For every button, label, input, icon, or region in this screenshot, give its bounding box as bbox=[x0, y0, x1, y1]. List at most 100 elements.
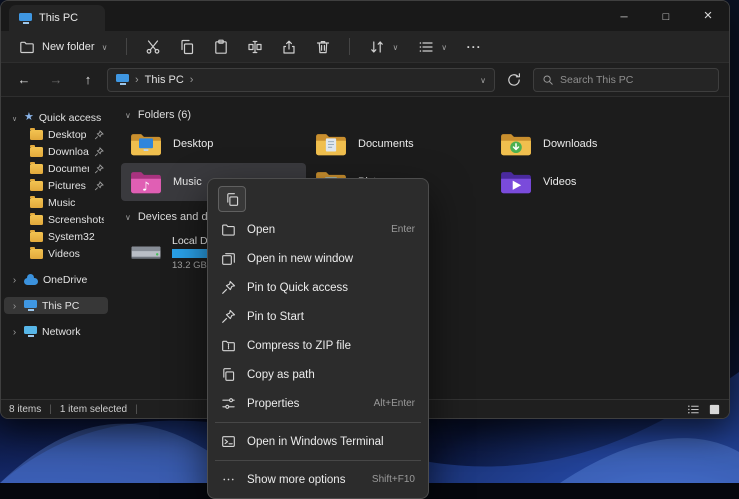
menu-item-open-in-new-window[interactable]: Open in new window bbox=[212, 244, 424, 273]
cut-icon bbox=[145, 39, 161, 55]
menu-item-pin-to-start[interactable]: Pin to Start bbox=[212, 302, 424, 331]
new-folder-label: New folder bbox=[42, 41, 95, 53]
view-button[interactable] bbox=[410, 35, 455, 59]
cut-button[interactable] bbox=[138, 35, 168, 59]
documents-folder-icon bbox=[314, 130, 348, 158]
sidebar-item-system32[interactable]: System32 bbox=[4, 228, 108, 245]
chevron-down-icon bbox=[10, 112, 19, 124]
title-bar[interactable]: This PC bbox=[1, 1, 729, 31]
menu-item-show-more-options[interactable]: Show more options Shift+F10 bbox=[212, 465, 424, 494]
refresh-icon bbox=[506, 72, 522, 88]
sidebar-item-desktop[interactable]: Desktop bbox=[4, 126, 108, 143]
address-bar[interactable]: This PC bbox=[107, 68, 495, 92]
sidebar-item-label: Downloads bbox=[48, 146, 89, 158]
folder-icon bbox=[30, 130, 43, 140]
menu-item-label: Open bbox=[247, 224, 275, 236]
collapse-chevron-icon bbox=[125, 109, 131, 121]
search-box[interactable] bbox=[533, 68, 719, 92]
search-icon bbox=[542, 74, 554, 86]
status-divider bbox=[135, 404, 138, 415]
command-bar: New folder bbox=[1, 31, 729, 63]
onedrive-cloud-icon bbox=[24, 278, 38, 285]
menu-item-pin-to-quick-access[interactable]: Pin to Quick access bbox=[212, 273, 424, 302]
paste-icon bbox=[213, 39, 229, 55]
properties-icon bbox=[221, 396, 236, 411]
folder-tile-downloads[interactable]: Downloads bbox=[491, 125, 676, 163]
sidebar-item-videos[interactable]: Videos bbox=[4, 245, 108, 262]
sidebar-item-label: Desktop bbox=[48, 129, 87, 141]
menu-item-label: Copy as path bbox=[247, 369, 315, 381]
zip-icon bbox=[221, 338, 236, 353]
sidebar-item-downloads[interactable]: Downloads bbox=[4, 143, 108, 160]
chevron-down-icon bbox=[102, 41, 108, 53]
sidebar-item-music[interactable]: Music bbox=[4, 194, 108, 211]
sort-button[interactable] bbox=[361, 35, 406, 59]
copy-button[interactable] bbox=[172, 35, 202, 59]
sidebar-item-label: OneDrive bbox=[43, 274, 87, 286]
sidebar-item-this-pc[interactable]: This PC bbox=[4, 297, 108, 314]
desktop-folder-icon bbox=[129, 130, 163, 158]
music-folder-icon: ♪ bbox=[129, 168, 163, 196]
menu-item-label: Open in Windows Terminal bbox=[247, 436, 384, 448]
menu-item-properties[interactable]: Properties Alt+Enter bbox=[212, 389, 424, 418]
address-dropdown-icon[interactable] bbox=[480, 74, 486, 86]
explorer-tab-this-pc[interactable]: This PC bbox=[9, 5, 105, 31]
sidebar-item-pictures[interactable]: Pictures bbox=[4, 177, 108, 194]
menu-item-shortcut: Enter bbox=[391, 224, 415, 235]
menu-item-open-in-windows-terminal[interactable]: Open in Windows Terminal bbox=[212, 427, 424, 456]
sidebar-item-quick-access[interactable]: Quick access bbox=[4, 109, 108, 126]
breadcrumb-this-pc[interactable]: This PC bbox=[145, 74, 184, 86]
menu-item-compress-to-zip[interactable]: Compress to ZIP file bbox=[212, 331, 424, 360]
copy-button[interactable] bbox=[218, 186, 246, 212]
maximize-button[interactable] bbox=[645, 1, 687, 31]
up-button[interactable] bbox=[75, 68, 101, 92]
sidebar-item-documents[interactable]: Documents bbox=[4, 160, 108, 177]
see-more-button[interactable] bbox=[459, 35, 489, 59]
rename-button[interactable] bbox=[240, 35, 270, 59]
close-button[interactable] bbox=[687, 1, 729, 31]
folder-tile-label: Desktop bbox=[173, 138, 213, 150]
svg-text:♪: ♪ bbox=[142, 179, 150, 193]
new-folder-button[interactable]: New folder bbox=[11, 35, 115, 59]
folder-icon bbox=[30, 249, 43, 259]
minimize-button[interactable] bbox=[603, 1, 645, 31]
sidebar-item-screenshots[interactable]: Screenshots bbox=[4, 211, 108, 228]
sidebar-item-label: Documents bbox=[48, 163, 89, 175]
menu-item-label: Pin to Start bbox=[247, 311, 304, 323]
paste-button[interactable] bbox=[206, 35, 236, 59]
share-button[interactable] bbox=[274, 35, 304, 59]
folder-tile-videos[interactable]: Videos bbox=[491, 163, 676, 201]
sidebar-item-label: System32 bbox=[48, 231, 95, 243]
folder-tile-label: Documents bbox=[358, 138, 414, 150]
folder-tile-documents[interactable]: Documents bbox=[306, 125, 491, 163]
forward-button[interactable] bbox=[43, 68, 69, 92]
menu-separator bbox=[215, 422, 421, 423]
pin-icon bbox=[94, 147, 104, 157]
navigation-pane: Quick access Desktop Downloads Documents… bbox=[1, 97, 113, 399]
sidebar-item-onedrive[interactable]: OneDrive bbox=[4, 271, 108, 288]
folders-section-header[interactable]: Folders (6) bbox=[121, 105, 729, 125]
pin-icon bbox=[94, 130, 104, 140]
details-view-icon[interactable] bbox=[687, 403, 700, 416]
menu-item-copy-as-path[interactable]: Copy as path bbox=[212, 360, 424, 389]
delete-button[interactable] bbox=[308, 35, 338, 59]
back-button[interactable] bbox=[11, 68, 37, 92]
sidebar-item-label: Pictures bbox=[48, 180, 86, 192]
folder-icon bbox=[30, 181, 43, 191]
terminal-icon bbox=[221, 434, 236, 449]
collapse-chevron-icon bbox=[125, 211, 131, 223]
folder-icon bbox=[30, 147, 43, 157]
folder-tile-desktop[interactable]: Desktop bbox=[121, 125, 306, 163]
search-input[interactable] bbox=[560, 74, 710, 86]
sidebar-item-network[interactable]: Network bbox=[4, 323, 108, 340]
more-icon bbox=[467, 38, 482, 56]
breadcrumb-separator-icon bbox=[135, 74, 139, 86]
close-icon bbox=[704, 7, 713, 25]
folder-icon bbox=[30, 198, 43, 208]
menu-item-label: Pin to Quick access bbox=[247, 282, 348, 294]
refresh-button[interactable] bbox=[501, 68, 527, 92]
menu-item-open[interactable]: Open Enter bbox=[212, 215, 424, 244]
sidebar-item-label: Videos bbox=[48, 248, 80, 260]
thumbnail-view-icon[interactable] bbox=[708, 403, 721, 416]
folder-icon bbox=[30, 215, 43, 225]
